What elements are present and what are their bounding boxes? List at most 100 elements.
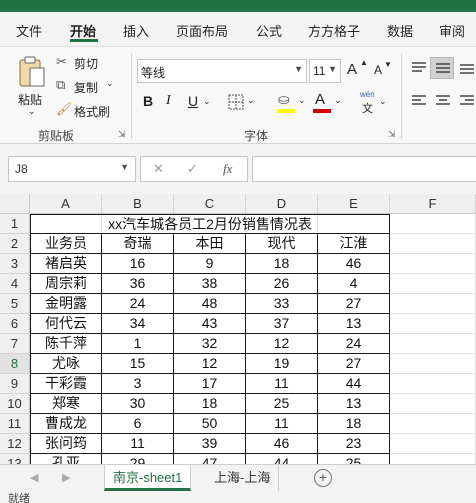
table-cell[interactable]: 24 — [102, 294, 174, 314]
tab-insert[interactable]: 插入 — [123, 21, 149, 40]
row-header-2[interactable]: 2 — [0, 234, 30, 254]
next-sheet-icon[interactable]: ▶ — [62, 471, 70, 484]
table-cell[interactable]: 褚启英 — [30, 254, 102, 274]
column-header-b[interactable]: B — [102, 194, 174, 214]
tab-data[interactable]: 数据 — [387, 21, 413, 40]
bold-button[interactable]: B — [143, 93, 153, 109]
table-cell[interactable]: 36 — [102, 274, 174, 294]
underline-button[interactable]: U — [188, 93, 198, 109]
table-cell[interactable]: 9 — [174, 254, 246, 274]
align-left-icon[interactable] — [410, 94, 428, 108]
row-header-4[interactable]: 4 — [0, 274, 30, 294]
copy-button[interactable]: ⧉ 复制 ⌄ — [54, 77, 118, 95]
column-header-d[interactable]: D — [246, 194, 318, 214]
table-cell[interactable]: 孔亚 — [30, 454, 102, 464]
table-cell[interactable]: 张问筠 — [30, 434, 102, 454]
table-cell[interactable]: 44 — [318, 374, 390, 394]
tab-home[interactable]: 开始 — [70, 21, 96, 40]
table-cell[interactable]: 27 — [318, 294, 390, 314]
font-size-select[interactable]: 11 ▼ — [309, 59, 341, 83]
italic-button[interactable]: I — [166, 93, 171, 109]
copy-dropdown-icon[interactable]: ⌄ — [106, 78, 114, 89]
table-cell[interactable]: 34 — [102, 314, 174, 334]
paste-button[interactable]: 粘贴 ⌄ — [14, 53, 50, 119]
fill-color-button[interactable]: ⛀ ⌄ — [276, 91, 306, 115]
table-cell[interactable]: 39 — [174, 434, 246, 454]
table-cell[interactable]: 3 — [102, 374, 174, 394]
row-header-10[interactable]: 10 — [0, 394, 30, 414]
paste-dropdown-icon[interactable]: ⌄ — [28, 106, 36, 117]
tab-page-layout[interactable]: 页面布局 — [176, 21, 228, 40]
sheet-title-cell[interactable]: xx汽车城各员工2月份销售情况表 — [30, 214, 390, 234]
table-cell[interactable]: 33 — [246, 294, 318, 314]
cut-button[interactable]: ✂ 剪切 — [54, 53, 112, 71]
header-cell[interactable]: 本田 — [174, 234, 246, 254]
table-cell[interactable]: 18 — [174, 394, 246, 414]
table-cell[interactable]: 6 — [102, 414, 174, 434]
table-cell[interactable]: 24 — [318, 334, 390, 354]
prev-sheet-icon[interactable]: ◀ — [30, 471, 38, 484]
row-header-8[interactable]: 8 — [0, 354, 30, 374]
phonetic-guide-button[interactable]: wén 文 ⌄ — [358, 90, 387, 117]
align-right-icon[interactable] — [458, 94, 476, 108]
header-cell[interactable]: 江淮 — [318, 234, 390, 254]
align-center-icon[interactable] — [434, 94, 452, 108]
table-cell[interactable]: 曹成龙 — [30, 414, 102, 434]
font-launcher-icon[interactable]: ⇲ — [388, 129, 396, 140]
tab-file[interactable]: 文件 — [16, 21, 42, 40]
align-middle-button[interactable] — [430, 57, 454, 79]
column-header-e[interactable]: E — [318, 194, 390, 214]
table-cell[interactable]: 32 — [174, 334, 246, 354]
shrink-font-button[interactable]: A — [374, 63, 382, 77]
add-sheet-button[interactable]: + — [314, 469, 332, 487]
font-color-button[interactable]: A ⌄ — [312, 91, 342, 115]
table-cell[interactable]: 25 — [246, 394, 318, 414]
table-cell[interactable]: 26 — [246, 274, 318, 294]
table-cell[interactable]: 15 — [102, 354, 174, 374]
name-box[interactable]: J8 ▼ — [8, 156, 136, 182]
table-cell[interactable]: 周宗莉 — [30, 274, 102, 294]
row-header-9[interactable]: 9 — [0, 374, 30, 394]
table-cell[interactable]: 郑寒 — [30, 394, 102, 414]
row-header-1[interactable]: 1 — [0, 214, 30, 234]
table-cell[interactable]: 25 — [318, 454, 390, 464]
table-cell[interactable]: 尤咏 — [30, 354, 102, 374]
table-cell[interactable]: 12 — [246, 334, 318, 354]
clipboard-launcher-icon[interactable]: ⇲ — [118, 129, 126, 140]
align-top-icon[interactable] — [410, 61, 428, 75]
sheet-tab-nanjing[interactable]: 南京-sheet1 — [104, 465, 192, 491]
cancel-icon[interactable]: ✕ — [153, 161, 164, 177]
grow-font-button[interactable]: A — [347, 61, 357, 78]
table-cell[interactable]: 11 — [246, 374, 318, 394]
table-cell[interactable]: 37 — [246, 314, 318, 334]
table-cell[interactable]: 11 — [246, 414, 318, 434]
header-cell[interactable]: 奇瑞 — [102, 234, 174, 254]
column-header-f[interactable]: F — [390, 194, 476, 214]
formula-input[interactable] — [252, 156, 476, 182]
column-header-c[interactable]: C — [174, 194, 246, 214]
table-cell[interactable]: 47 — [174, 454, 246, 464]
header-cell[interactable]: 现代 — [246, 234, 318, 254]
table-cell[interactable]: 30 — [102, 394, 174, 414]
table-cell[interactable]: 13 — [318, 394, 390, 414]
spreadsheet-grid[interactable]: A B C D E F 1 2 3 4 5 6 7 8 9 10 11 12 13 xx汽车城各员工2月份销售情况表业… — [0, 194, 476, 464]
column-header-a[interactable]: A — [30, 194, 102, 214]
row-header-13[interactable]: 13 — [0, 454, 30, 464]
table-cell[interactable]: 11 — [102, 434, 174, 454]
table-cell[interactable]: 17 — [174, 374, 246, 394]
select-all-corner[interactable] — [0, 194, 30, 214]
row-header-12[interactable]: 12 — [0, 434, 30, 454]
table-cell[interactable]: 何代云 — [30, 314, 102, 334]
table-cell[interactable]: 50 — [174, 414, 246, 434]
underline-dropdown-icon[interactable]: ⌄ — [203, 96, 211, 107]
align-bottom-icon[interactable] — [458, 61, 476, 75]
row-header-11[interactable]: 11 — [0, 414, 30, 434]
table-cell[interactable]: 16 — [102, 254, 174, 274]
enter-icon[interactable]: ✓ — [187, 161, 198, 177]
font-name-select[interactable]: 等线 ▼ — [137, 59, 307, 83]
table-cell[interactable]: 29 — [102, 454, 174, 464]
table-cell[interactable]: 干彩霞 — [30, 374, 102, 394]
table-cell[interactable]: 12 — [174, 354, 246, 374]
row-header-3[interactable]: 3 — [0, 254, 30, 274]
borders-button[interactable]: ⌄ — [228, 94, 258, 110]
